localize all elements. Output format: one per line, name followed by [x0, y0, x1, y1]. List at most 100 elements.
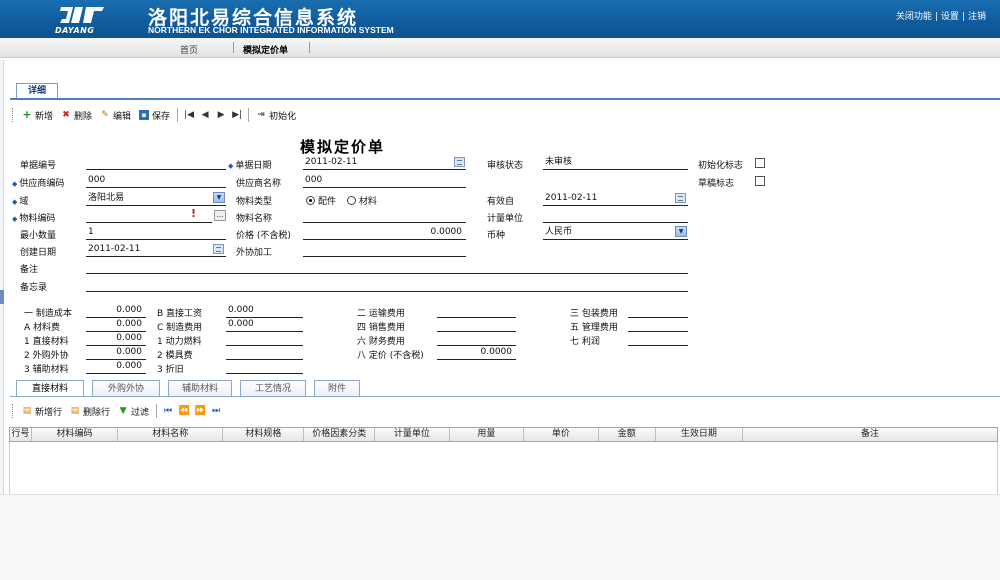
supplier-code-field[interactable]: 000: [86, 174, 226, 188]
cost-value-field[interactable]: [628, 332, 688, 346]
currency-select[interactable]: 人民币: [543, 226, 688, 240]
logout-link[interactable]: 注销: [968, 12, 986, 22]
cost-label: 七 利润: [570, 337, 600, 347]
price-field[interactable]: 0.0000: [303, 226, 466, 240]
currency-dropdown-arrow-icon[interactable]: ▼: [675, 226, 687, 237]
draft-flag-label: 草稿标志: [698, 179, 735, 189]
cost-value-field[interactable]: 0.000: [86, 318, 146, 332]
cost-value-field[interactable]: [437, 318, 516, 332]
save-button[interactable]: ▪ 保存: [135, 107, 174, 123]
column-header-effective-date[interactable]: 生效日期: [656, 428, 743, 441]
cost-value-field[interactable]: [226, 346, 303, 360]
cost-label: 2 模具费: [157, 351, 193, 361]
tab-attachments[interactable]: 附件: [314, 380, 360, 397]
tab-detail[interactable]: 详细: [16, 83, 58, 99]
cost-value-field[interactable]: [628, 318, 688, 332]
panel-collapse-handle[interactable]: [0, 290, 4, 304]
cost-value-field[interactable]: 0.000: [226, 304, 303, 318]
calendar-icon[interactable]: [454, 157, 465, 167]
cost-value-field[interactable]: 0.000: [86, 304, 146, 318]
tab-home[interactable]: 首页: [180, 43, 198, 56]
initialize-button[interactable]: ⇥ 初始化: [252, 107, 300, 123]
cost-value-field[interactable]: 0.0000: [437, 346, 516, 360]
system-subtitle: NORTHERN EK CHOR INTEGRATED INFORMATION …: [148, 25, 394, 35]
column-header-row-no[interactable]: 行号: [10, 428, 32, 441]
supplier-code-label-text: 供应商编码: [19, 179, 65, 189]
tab-process[interactable]: 工艺情况: [240, 380, 306, 397]
remarks-field[interactable]: [86, 260, 688, 274]
column-header-material-name[interactable]: 材料名称: [118, 428, 224, 441]
delete-row-icon: ▤: [70, 406, 80, 416]
cost-value-field[interactable]: 0.000: [226, 318, 303, 332]
prev-page-button[interactable]: ⏪: [176, 403, 192, 419]
outsourcing-field[interactable]: [303, 243, 466, 257]
link-separator: |: [961, 12, 965, 22]
domain-select[interactable]: 洛阳北易: [86, 192, 226, 206]
last-record-button[interactable]: ▶|: [229, 107, 245, 123]
tab-outsourcing[interactable]: 外购外协: [92, 380, 160, 397]
add-button[interactable]: + 新增: [18, 107, 57, 123]
memo-field[interactable]: [86, 278, 688, 292]
column-header-price-factor[interactable]: 价格因素分类: [304, 428, 376, 441]
next-page-button[interactable]: ⏩: [192, 403, 208, 419]
cost-value-field[interactable]: [226, 332, 303, 346]
doc-date-field[interactable]: 2011-02-11: [303, 156, 466, 170]
column-header-material-spec[interactable]: 材料规格: [223, 428, 305, 441]
unit-field[interactable]: [543, 209, 688, 223]
supplier-name-field[interactable]: 000: [303, 174, 466, 188]
nav-separator: [233, 42, 234, 53]
add-row-button[interactable]: ▤ 新增行: [18, 403, 66, 419]
calendar-icon[interactable]: [675, 193, 686, 203]
cost-value-field[interactable]: [628, 304, 688, 318]
cost-label: 3 辅助材料: [24, 365, 69, 375]
column-header-unit-price[interactable]: 单价: [524, 428, 599, 441]
delete-button[interactable]: ✖ 删除: [57, 107, 96, 123]
column-header-material-code[interactable]: 材料编码: [32, 428, 119, 441]
tab-pricing-sheet[interactable]: 模拟定价单: [243, 43, 288, 56]
cost-value-field[interactable]: 0.000: [86, 360, 146, 374]
edit-button[interactable]: ✎ 编辑: [96, 107, 135, 123]
min-qty-field[interactable]: 1: [86, 226, 226, 240]
first-record-button[interactable]: |◀: [181, 107, 197, 123]
first-page-button[interactable]: ⏮: [160, 403, 176, 419]
cost-value-field[interactable]: [226, 360, 303, 374]
material-name-label: 物料名称: [236, 214, 273, 224]
radio-materials[interactable]: 材料: [346, 196, 377, 207]
domain-dropdown-arrow-icon[interactable]: ▼: [213, 192, 225, 203]
nav-bar: 首页 模拟定价单: [0, 38, 1000, 58]
radio-parts-label: 配件: [318, 197, 337, 207]
last-page-button[interactable]: ⏭: [208, 403, 224, 419]
cost-value-field[interactable]: [437, 332, 516, 346]
column-header-quantity[interactable]: 用量: [450, 428, 525, 441]
next-record-button[interactable]: ▶: [213, 107, 229, 123]
required-marker: ◆: [228, 162, 234, 170]
created-date-field[interactable]: 2011-02-11: [86, 243, 226, 257]
init-flag-checkbox[interactable]: [755, 158, 765, 168]
close-function-link[interactable]: 关闭功能: [896, 12, 932, 22]
tab-direct-materials[interactable]: 直接材料: [16, 380, 84, 397]
delete-row-button[interactable]: ▤ 删除行: [66, 403, 114, 419]
cost-value-field[interactable]: 0.000: [86, 346, 146, 360]
cost-value-field[interactable]: 0.000: [86, 332, 146, 346]
cost-value-field[interactable]: [437, 304, 516, 318]
radio-parts[interactable]: 配件: [306, 196, 337, 207]
material-lookup-button[interactable]: ...: [214, 210, 226, 221]
tab-auxiliary-materials[interactable]: 辅助材料: [168, 380, 232, 397]
calendar-icon[interactable]: [213, 244, 224, 254]
required-marker: ◆: [12, 198, 18, 206]
column-header-remarks[interactable]: 备注: [743, 428, 997, 441]
filter-button[interactable]: ▼ 过滤: [114, 403, 153, 419]
effective-from-field[interactable]: 2011-02-11: [543, 192, 688, 206]
material-name-field[interactable]: [303, 209, 466, 223]
settings-link[interactable]: 设置: [941, 12, 959, 22]
draft-flag-checkbox[interactable]: [755, 176, 765, 186]
toolbar-grip: [12, 108, 15, 122]
price-label: 价格 (不含税): [236, 231, 291, 241]
cost-label: 六 财务费用: [357, 337, 405, 347]
grid-body[interactable]: [9, 442, 998, 494]
column-header-unit[interactable]: 计量单位: [375, 428, 450, 441]
doc-no-field[interactable]: [86, 156, 226, 170]
prev-record-button[interactable]: ◀: [197, 107, 213, 123]
filter-label: 过滤: [131, 407, 150, 418]
column-header-amount[interactable]: 金额: [599, 428, 656, 441]
